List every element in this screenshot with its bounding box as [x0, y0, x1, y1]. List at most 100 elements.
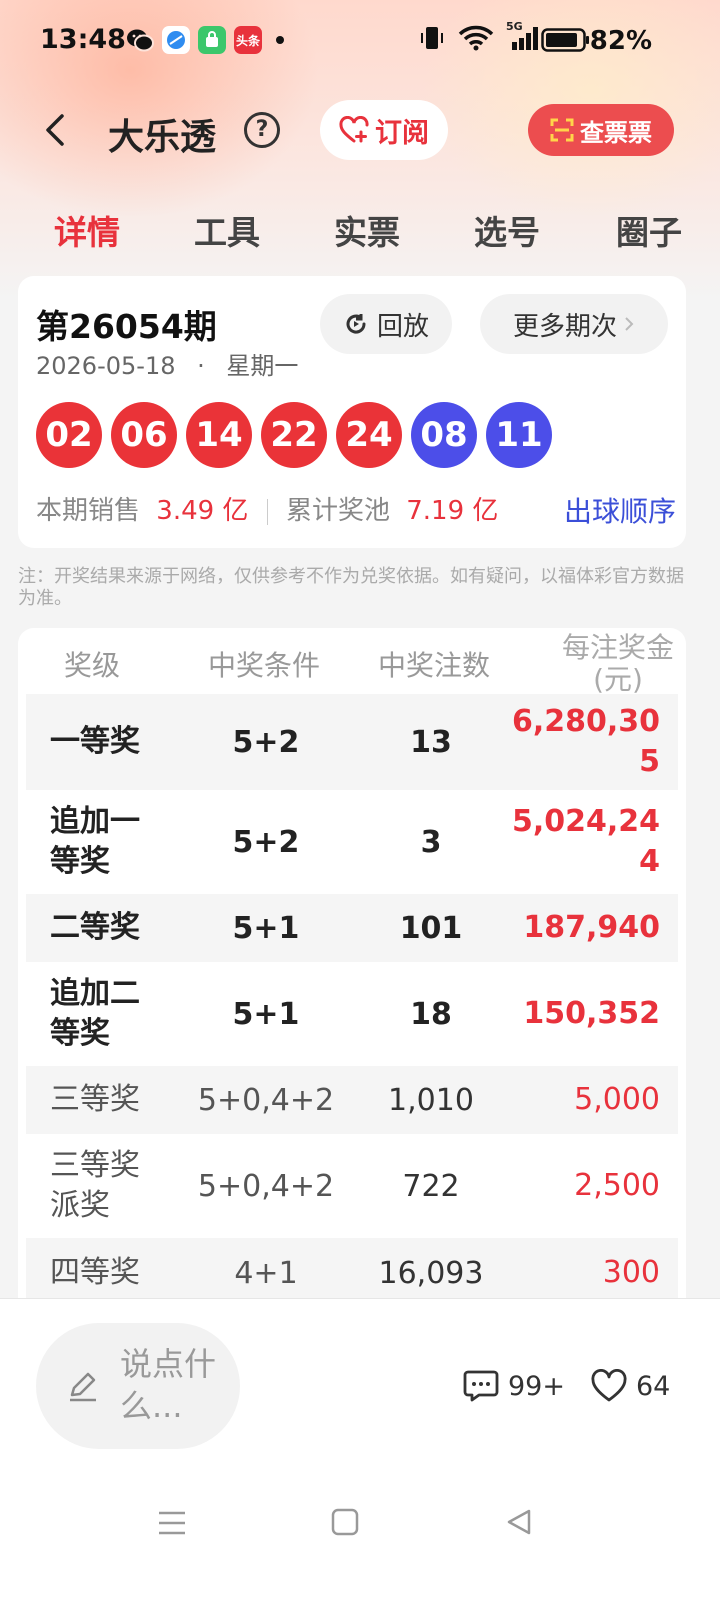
replay-icon — [346, 314, 366, 334]
page-title: 大乐透 — [108, 117, 217, 158]
wifi-icon — [458, 25, 494, 51]
sales-value: 3.49 亿 — [156, 496, 249, 526]
status-time: 13:48 — [40, 24, 126, 55]
chevron-right-icon — [625, 317, 634, 331]
tab-pick-numbers[interactable]: 选号 — [474, 206, 540, 254]
issue-number: 第26054期 — [36, 307, 217, 346]
system-nav-bar — [0, 1487, 720, 1557]
winner-count: 18 — [410, 996, 452, 1032]
prize-level: 二等奖 — [50, 910, 140, 945]
battery-percent: 82% — [589, 26, 652, 56]
winner-count: 1,010 — [388, 1082, 474, 1118]
header-count: 中奖注数 — [377, 649, 490, 682]
table-header: 奖级 中奖条件 中奖注数 每注奖金(元) — [18, 628, 686, 696]
disclaimer-note: 注：开奖结果来源于网络，仅供参考不作为兑奖依据。如有疑问，以福体彩官方数据为准。 — [18, 566, 684, 609]
prize-level: 三等奖 — [50, 1082, 140, 1117]
check-ticket-button[interactable]: 查票票 — [528, 104, 674, 156]
more-issues-label: 更多期次 — [512, 311, 617, 342]
subscribe-label: 订阅 — [375, 117, 429, 149]
table-row: 追加一等奖 5+2 3 5,024,244 — [26, 790, 678, 894]
comment-icon — [463, 1370, 499, 1402]
tab-tools[interactable]: 工具 — [194, 206, 260, 254]
check-ticket-label: 查票票 — [580, 118, 652, 147]
tab-bar: 详情 工具 实票 选号 圈子 — [0, 198, 720, 258]
red-ball: 22 — [261, 402, 327, 468]
replay-button[interactable]: 回放 — [320, 294, 452, 354]
pool-value: 7.19 亿 — [406, 496, 499, 526]
vibrate-icon — [421, 27, 443, 49]
prize-condition: 5+0,4+2 — [197, 1082, 335, 1118]
like-count: 64 — [636, 1370, 671, 1402]
home-icon[interactable] — [330, 1507, 360, 1537]
replay-label: 回放 — [376, 311, 429, 342]
subscribe-button[interactable]: 订阅 — [320, 100, 448, 160]
help-icon[interactable]: ? — [244, 112, 280, 148]
prize-amount: 187,940 — [523, 910, 660, 945]
header-condition: 中奖条件 — [207, 649, 320, 682]
edit-icon — [70, 1372, 96, 1402]
comment-count: 99+ — [508, 1370, 565, 1402]
draw-date: 2026-05-18 — [36, 352, 176, 380]
prize-amount: 5,024,244 — [511, 804, 660, 879]
table-row: 追加二等奖 5+1 18 150,352 — [26, 962, 678, 1066]
red-ball: 24 — [336, 402, 402, 468]
table-row: 三等奖 5+0,4+2 1,010 5,000 — [26, 1066, 678, 1134]
bottom-bar: 说点什么... 99+ 64 — [0, 1298, 720, 1604]
sales-row: 本期销售 3.49 亿 累计奖池 7.19 亿 出球顺序 — [36, 490, 676, 530]
comments-button[interactable]: 99+ — [462, 1369, 565, 1403]
notification-dot — [276, 36, 284, 44]
red-ball: 06 — [111, 402, 177, 468]
battery-icon — [541, 28, 589, 52]
divider — [266, 498, 268, 525]
network-type: 5G — [506, 20, 523, 33]
back-icon[interactable] — [36, 110, 76, 150]
ball-order-link[interactable]: 出球顺序 — [564, 490, 676, 530]
winner-count: 722 — [402, 1168, 460, 1204]
prize-condition: 5+2 — [232, 824, 300, 860]
header: 大乐透 ? 订阅 查票票 — [0, 96, 720, 168]
table-row: 三等奖派奖 5+0,4+2 722 2,500 — [26, 1134, 678, 1238]
heart-icon — [591, 1369, 627, 1402]
prize-amount: 2,500 — [574, 1168, 660, 1203]
pool-label: 累计奖池 — [285, 496, 390, 526]
draw-weekday: 星期一 — [226, 352, 299, 380]
blue-ball: 08 — [411, 402, 477, 468]
prize-amount: 6,280,305 — [511, 704, 660, 779]
table-row: 一等奖 5+2 13 6,280,305 — [26, 694, 678, 790]
prize-table: 奖级 中奖条件 中奖注数 每注奖金(元) 一等奖 5+2 13 6,280,30… — [18, 628, 686, 1308]
prize-level: 追加二等奖 — [50, 976, 140, 1051]
prize-level: 三等奖派奖 — [50, 1148, 140, 1223]
tab-real-tickets[interactable]: 实票 — [334, 206, 400, 254]
browser-icon — [162, 26, 190, 54]
winner-count: 101 — [399, 910, 463, 946]
comment-placeholder: 说点什么... — [120, 1345, 217, 1425]
menu-icon[interactable] — [156, 1507, 188, 1539]
draw-card: 第26054期 2026-05-18 · 星期一 回放 更多期次 02 06 1… — [18, 276, 686, 548]
comment-input[interactable]: 说点什么... — [36, 1323, 240, 1449]
prize-condition: 5+1 — [232, 910, 300, 946]
table-row: 二等奖 5+1 101 187,940 — [26, 894, 678, 962]
more-issues-button[interactable]: 更多期次 — [480, 294, 668, 354]
tab-community[interactable]: 圈子 — [616, 206, 682, 254]
back-nav-icon[interactable] — [504, 1507, 534, 1537]
winner-count: 13 — [410, 724, 452, 760]
status-bar: 13:48 头条 5G 82% — [0, 0, 720, 82]
prize-amount: 150,352 — [523, 996, 660, 1031]
prize-condition: 5+2 — [232, 724, 300, 760]
draw-date-row: 2026-05-18 · 星期一 — [36, 346, 298, 381]
status-app-icons: 头条 — [126, 26, 284, 54]
wechat-icon — [126, 26, 154, 54]
shop-icon — [198, 26, 226, 54]
like-button[interactable]: 64 — [590, 1369, 670, 1403]
signal-icon: 5G — [506, 20, 542, 52]
tab-details[interactable]: 详情 — [54, 206, 120, 254]
prize-condition: 5+0,4+2 — [197, 1168, 335, 1204]
prize-amount: 5,000 — [574, 1082, 660, 1117]
scan-icon — [550, 118, 574, 142]
toutiao-icon: 头条 — [234, 26, 262, 54]
status-right: 5G — [418, 20, 542, 52]
blue-ball: 11 — [486, 402, 552, 468]
prize-condition: 5+1 — [232, 996, 300, 1032]
prize-level: 追加一等奖 — [50, 804, 140, 879]
header-amount: 每注奖金(元) — [561, 631, 674, 696]
